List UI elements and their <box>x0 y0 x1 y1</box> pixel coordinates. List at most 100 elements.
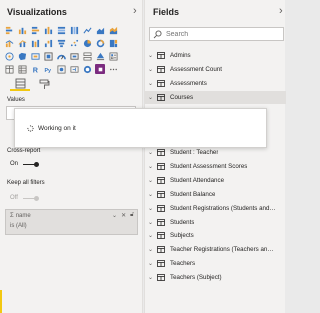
expand-chevron-icon[interactable]: ⌄ <box>148 191 155 198</box>
expand-chevron-icon[interactable]: ⌄ <box>148 219 155 226</box>
search-icon <box>153 29 162 38</box>
table-icon <box>157 177 165 184</box>
table-icon <box>157 246 165 254</box>
table-icon <box>157 190 165 198</box>
filter-expand-chevron-icon[interactable]: ⌄ <box>112 212 117 219</box>
treemap-icon[interactable] <box>108 38 118 48</box>
search-input[interactable] <box>166 30 276 38</box>
line-and-stacked-column-chart-icon[interactable] <box>4 38 14 48</box>
100-stacked-column-chart-icon[interactable] <box>69 25 79 35</box>
cross-report-toggle[interactable]: On <box>10 161 40 167</box>
r-script-visual-icon[interactable]: R <box>30 64 40 74</box>
working-on-it-dialog: Working on it <box>14 108 267 148</box>
line-and-clustered-column-chart-icon[interactable] <box>17 38 27 48</box>
donut-chart-icon[interactable] <box>95 38 105 48</box>
svg-text:Py: Py <box>44 68 51 74</box>
field-table-label: Student Attendance <box>170 177 225 185</box>
field-table-item[interactable]: ⌄ Student Balance <box>145 187 286 201</box>
field-table-item[interactable]: ⌄ Teachers <box>145 257 286 271</box>
ribbon-chart-icon[interactable] <box>30 38 40 48</box>
card-icon[interactable] <box>69 51 79 61</box>
field-table-item[interactable]: ⌄ Courses <box>145 90 286 105</box>
expand-chevron-icon[interactable]: ⌄ <box>148 232 155 239</box>
100-stacked-bar-chart-icon[interactable] <box>56 25 66 35</box>
collapse-fields-chevron-icon[interactable]: › <box>279 5 283 17</box>
field-table-label: Assessment Count <box>170 66 222 74</box>
table-icon <box>157 232 165 240</box>
field-table-label: Student Registrations (Students and ... <box>170 204 276 212</box>
keep-all-filters-toggle[interactable]: Off <box>10 195 39 201</box>
table-icon <box>157 163 165 171</box>
qa-visual-icon[interactable] <box>82 64 92 74</box>
kpi-icon[interactable] <box>95 51 105 61</box>
field-table-label: Admins <box>170 52 191 60</box>
stacked-bar-chart-icon[interactable] <box>4 25 14 35</box>
fields-well-tab[interactable] <box>10 77 30 91</box>
area-chart-icon[interactable] <box>95 25 105 35</box>
table-icon <box>157 80 165 88</box>
more-visuals-icon[interactable] <box>108 64 118 74</box>
stacked-area-chart-icon[interactable] <box>108 25 118 35</box>
stacked-column-chart-icon[interactable] <box>17 25 27 35</box>
map-icon[interactable] <box>4 51 14 61</box>
expand-chevron-icon[interactable]: ⌄ <box>148 66 155 73</box>
filter-remove-icon[interactable]: ✕ <box>121 212 126 219</box>
field-list: ⌄ Admins ⌄ Assessment Count ⌄ Assessments ⌄ Cou… <box>145 49 286 284</box>
multi-row-card-icon[interactable] <box>82 51 92 61</box>
table-icon <box>157 204 165 212</box>
toggle-track <box>23 161 40 167</box>
table-icon[interactable] <box>4 64 14 74</box>
line-chart-icon[interactable] <box>82 25 92 35</box>
python-visual-icon[interactable]: Py <box>43 64 53 74</box>
field-table-label: Teacher Registrations (Teachers and ... <box>170 246 276 254</box>
field-table-item[interactable]: ⌄ Admins <box>145 49 286 63</box>
gauge-icon[interactable] <box>56 51 66 61</box>
table-icon <box>157 52 165 60</box>
filter-actions: ⌄ ✕ 🔓︎ <box>108 212 134 219</box>
expand-chevron-icon[interactable]: ⌄ <box>148 149 155 156</box>
clustered-bar-chart-icon[interactable] <box>30 25 40 35</box>
page-accent-edge <box>0 290 2 313</box>
key-influencers-icon[interactable] <box>56 64 66 74</box>
pie-chart-icon[interactable] <box>82 38 92 48</box>
svg-text:R: R <box>32 65 38 73</box>
shape-map-icon[interactable] <box>30 51 40 61</box>
clustered-column-chart-icon[interactable] <box>43 25 53 35</box>
expand-chevron-icon[interactable]: ⌄ <box>148 163 155 170</box>
filled-map-icon[interactable] <box>17 51 27 61</box>
field-table-item[interactable]: ⌄ Assessment Count <box>145 63 286 77</box>
keep-all-filters-label: Keep all filters <box>7 180 45 186</box>
matrix-icon[interactable] <box>17 64 27 74</box>
format-tab[interactable] <box>34 77 54 91</box>
field-table-item[interactable]: ⌄ Student Attendance <box>145 174 286 188</box>
waterfall-chart-icon[interactable] <box>43 38 53 48</box>
collapse-visualizations-chevron-icon[interactable]: › <box>133 5 137 17</box>
decomposition-tree-icon[interactable] <box>69 64 79 74</box>
expand-chevron-icon[interactable]: ⌄ <box>148 177 155 184</box>
field-table-item[interactable]: ⌄ Student Assessment Scores <box>145 160 286 174</box>
expand-chevron-icon[interactable]: ⌄ <box>148 94 155 101</box>
expand-chevron-icon[interactable]: ⌄ <box>148 260 155 267</box>
custom-visual-icon[interactable] <box>95 64 105 74</box>
fields-search-box[interactable] <box>149 27 284 41</box>
field-table-item[interactable]: ⌄ Teacher Registrations (Teachers and ... <box>145 243 286 257</box>
funnel-chart-icon[interactable] <box>56 38 66 48</box>
expand-chevron-icon[interactable]: ⌄ <box>148 205 155 212</box>
expand-chevron-icon[interactable]: ⌄ <box>148 52 155 59</box>
expand-chevron-icon[interactable]: ⌄ <box>148 274 155 281</box>
filter-field-name: Σname <box>10 213 31 219</box>
scatter-chart-icon[interactable] <box>69 38 79 48</box>
expand-chevron-icon[interactable]: ⌄ <box>148 80 155 87</box>
table-icon <box>157 274 165 281</box>
expand-chevron-icon[interactable]: ⌄ <box>148 246 155 253</box>
filter-lock-icon[interactable]: 🔓︎ <box>130 212 134 219</box>
field-table-item[interactable]: ⌄ Assessments <box>145 77 286 91</box>
filter-card[interactable]: Σname is (All) ⌄ ✕ 🔓︎ <box>5 209 138 235</box>
field-table-item[interactable]: ⌄ Student Registrations (Students and ... <box>145 201 286 215</box>
field-table-label: Students <box>170 218 195 226</box>
field-table-item[interactable]: ⌄ Teachers (Subject) <box>145 271 286 285</box>
slicer-icon[interactable] <box>108 51 118 61</box>
field-table-item[interactable]: ⌄ Students <box>145 215 286 229</box>
azure-map-icon[interactable] <box>43 51 53 61</box>
field-table-item[interactable]: ⌄ Subjects <box>145 229 286 243</box>
